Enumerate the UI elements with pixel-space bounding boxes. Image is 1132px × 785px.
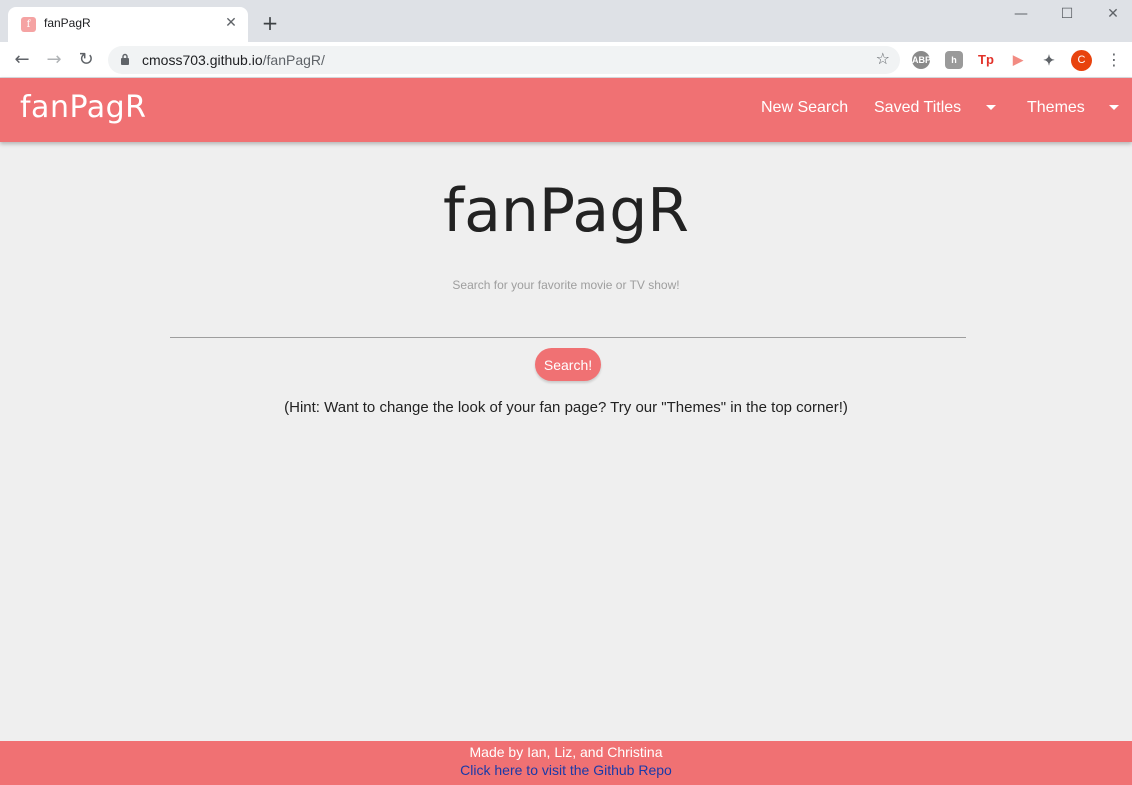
tab-title: fanPagR [44,16,91,30]
favicon-icon: f [21,17,36,32]
extensions-puzzle-icon[interactable]: ✦ [1040,51,1058,69]
chevron-down-icon [1109,105,1120,111]
maximize-icon[interactable]: ☐ [1044,4,1090,24]
browser-tab-strip: f fanPagR ✕ + — ☐ ✕ [0,0,1132,42]
nav-themes[interactable]: Themes [1027,99,1120,117]
close-icon[interactable]: ✕ [222,14,240,32]
page-title: fanPagR [443,176,689,246]
themes-hint: (Hint: Want to change the look of your f… [284,399,848,416]
bookmark-star-icon[interactable]: ☆ [876,49,890,68]
nav-saved-titles-label: Saved Titles [874,99,962,116]
brand-logo[interactable]: fanPagR [20,90,146,125]
footer-credit: Made by Ian, Liz, and Christina [469,744,663,760]
minimize-icon[interactable]: — [998,4,1044,24]
search-button[interactable]: Search! [535,348,601,381]
forward-arrow-icon[interactable]: → [42,48,66,72]
github-repo-link[interactable]: Click here to visit the Github Repo [0,762,1132,778]
menu-kebab-icon[interactable]: ⋮ [1106,48,1122,72]
reload-icon[interactable]: ↻ [74,48,98,72]
back-arrow-icon[interactable]: ← [10,48,34,72]
address-bar[interactable]: cmoss703.github.io/fanPagR/ ☆ [108,46,900,74]
chevron-down-icon [985,105,996,111]
nav-new-search[interactable]: New Search [761,99,848,117]
search-input[interactable] [170,312,966,338]
new-tab-button[interactable]: + [258,11,282,35]
extension-h-icon[interactable]: h [945,51,963,69]
lock-icon [121,53,129,65]
browser-tab[interactable]: f fanPagR ✕ [8,7,248,42]
window-close-icon[interactable]: ✕ [1090,4,1132,24]
address-toolbar: ← → ↻ cmoss703.github.io/fanPagR/ ☆ ABP … [0,42,1132,78]
url-text: cmoss703.github.io/fanPagR/ [142,52,325,68]
nav-themes-label: Themes [1027,99,1085,116]
site-footer: Made by Ian, Liz, and Christina Click he… [0,741,1132,785]
nav-saved-titles[interactable]: Saved Titles [874,99,996,117]
extension-play-icon[interactable]: ▶ [1009,51,1027,69]
site-navbar: fanPagR New Search Saved Titles Themes [0,78,1132,142]
extension-tp-icon[interactable]: Tp [977,51,995,69]
adblock-icon[interactable]: ABP [912,51,931,69]
profile-avatar[interactable]: C [1071,50,1092,71]
search-prompt: Search for your favorite movie or TV sho… [452,278,680,292]
